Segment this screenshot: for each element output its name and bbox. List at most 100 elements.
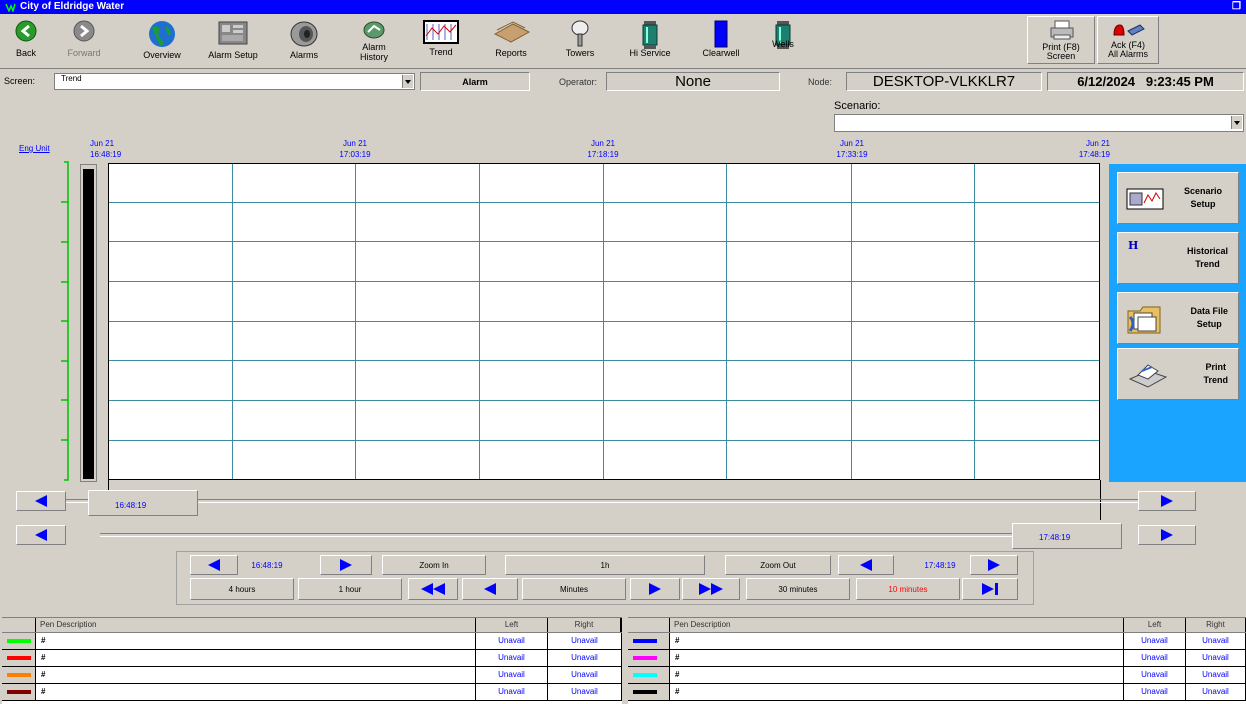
hi-service-button[interactable]: Hi Service: [626, 18, 674, 62]
rewind-button[interactable]: [462, 578, 518, 600]
scroll-end-left-button[interactable]: [16, 525, 66, 545]
alarm-setup-button[interactable]: Alarm Setup: [208, 18, 258, 62]
pen-description[interactable]: #: [36, 667, 476, 683]
pen-row[interactable]: # Unavail Unavail: [2, 650, 622, 667]
scenario-label: Scenario:: [834, 100, 881, 112]
pen-desc-header: Pen Description: [670, 618, 1124, 632]
skip-to-end-button[interactable]: [962, 578, 1018, 600]
alarm-setup-icon: [218, 21, 248, 45]
pen-row[interactable]: # Unavail Unavail: [2, 667, 622, 684]
pen-description[interactable]: #: [670, 667, 1124, 683]
one-hour-button[interactable]: 1 hour: [298, 578, 402, 600]
start-time-back-button[interactable]: [190, 555, 238, 575]
ten-minutes-button[interactable]: 10 minutes: [856, 578, 960, 600]
chevron-down-icon[interactable]: [402, 75, 413, 88]
start-time-forward-button[interactable]: [320, 555, 372, 575]
print-screen-button[interactable]: Print (F8) Screen: [1027, 16, 1095, 64]
pen-row[interactable]: # Unavail Unavail: [2, 684, 622, 701]
forward-step-button[interactable]: [630, 578, 680, 600]
overview-button[interactable]: Overview: [140, 18, 184, 62]
zoom-in-button[interactable]: Zoom In: [382, 555, 486, 575]
pen-table-left: Pen Description Left Right # Unavail Unava…: [2, 617, 622, 704]
rewind-fast-button[interactable]: [408, 578, 458, 600]
pen-color-cell[interactable]: [2, 633, 36, 649]
pen-desc-header: Pen Description: [36, 618, 476, 632]
towers-button[interactable]: Towers: [560, 18, 600, 62]
thirty-minutes-button[interactable]: 30 minutes: [746, 578, 850, 600]
pen-left-header: Left: [1124, 618, 1186, 632]
wells-button[interactable]: Wells: [766, 18, 800, 62]
scenario-select[interactable]: [834, 114, 1244, 132]
pen-row[interactable]: # Unavail Unavail: [628, 650, 1246, 667]
pen-color-cell[interactable]: [2, 684, 36, 700]
zoom-out-button[interactable]: Zoom Out: [725, 555, 831, 575]
time-tick-1: Jun 21 17:03:19: [339, 139, 371, 159]
pen-row[interactable]: # Unavail Unavail: [628, 633, 1246, 650]
scenario-setup-button[interactable]: Scenario Setup: [1117, 172, 1239, 224]
pen-color-cell[interactable]: [628, 633, 670, 649]
end-time-forward-button[interactable]: [970, 555, 1018, 575]
pen-color-cell[interactable]: [628, 684, 670, 700]
time-tick-4: Jun 21 17:48:19: [1078, 139, 1110, 159]
pen-description[interactable]: #: [670, 684, 1124, 700]
end-scroll-track[interactable]: [100, 533, 1120, 537]
end-time-back-button[interactable]: [838, 555, 894, 575]
forward-fast-button[interactable]: [682, 578, 740, 600]
pen-row[interactable]: # Unavail Unavail: [628, 667, 1246, 684]
arrow-right-icon: [649, 583, 661, 595]
clearwell-button[interactable]: Clearwell: [698, 18, 744, 62]
screen-select[interactable]: Trend: [54, 73, 415, 90]
pen-row[interactable]: # Unavail Unavail: [2, 633, 622, 650]
historical-trend-button[interactable]: H Historical Trend: [1117, 232, 1239, 284]
chevron-down-icon[interactable]: [1231, 116, 1242, 129]
pen-description[interactable]: #: [36, 684, 476, 700]
node-label: Node:: [808, 77, 833, 87]
pen-row[interactable]: # Unavail Unavail: [628, 684, 1246, 701]
arrow-left-icon: [35, 495, 47, 507]
end-scroll-thumb[interactable]: 17:48:19: [1012, 523, 1122, 549]
alarms-button[interactable]: Alarms: [286, 18, 322, 62]
pen-description[interactable]: #: [670, 650, 1124, 666]
four-hours-button[interactable]: 4 hours: [190, 578, 294, 600]
ack-label-2: All Alarms: [1107, 49, 1148, 59]
start-scroll-track[interactable]: [66, 499, 1138, 503]
pen-description[interactable]: #: [36, 633, 476, 649]
scroll-start-right-button[interactable]: [1138, 491, 1196, 511]
pen-color-cell[interactable]: [2, 650, 36, 666]
restore-icon[interactable]: ❐: [1232, 1, 1242, 12]
arrow-left-icon: [208, 559, 220, 571]
scroll-end-right-button[interactable]: [1138, 525, 1196, 545]
pen-left-value: Unavail: [476, 650, 548, 666]
printer-icon: [1128, 364, 1168, 388]
back-button[interactable]: Back: [6, 18, 46, 62]
pen-description[interactable]: #: [670, 633, 1124, 649]
end-time-value: 17:48:19: [924, 560, 956, 570]
pen-color-cell[interactable]: [628, 650, 670, 666]
scroll-start-left-button[interactable]: [16, 491, 66, 511]
start-scroll-thumb[interactable]: 16:48:19: [88, 490, 198, 516]
arrow-left-icon: [860, 559, 872, 571]
pen-description[interactable]: #: [36, 650, 476, 666]
skip-end-icon: [982, 583, 994, 595]
forward-button[interactable]: Forward: [62, 18, 106, 62]
arrow-right-icon: [988, 559, 1000, 571]
alarm-history-button[interactable]: Alarm History: [354, 18, 394, 62]
pen-right-header: Right: [1186, 618, 1246, 632]
reports-button[interactable]: Reports: [488, 18, 534, 62]
eng-unit-link[interactable]: Eng Unit: [19, 144, 50, 153]
data-file-setup-button[interactable]: Data File Setup: [1117, 292, 1239, 344]
print-trend-button[interactable]: Print Trend: [1117, 348, 1239, 400]
time-tick-2: Jun 21 17:18:19: [587, 139, 619, 159]
minutes-button[interactable]: Minutes: [522, 578, 626, 600]
pen-right-header: Right: [548, 618, 622, 632]
speaker-icon: [290, 21, 318, 47]
node-value: DESKTOP-VLKKLR7: [846, 72, 1042, 91]
pen-color-cell[interactable]: [2, 667, 36, 683]
pen-color-cell[interactable]: [628, 667, 670, 683]
trend-chart[interactable]: [108, 163, 1100, 480]
axis-scale-bar[interactable]: [80, 164, 97, 482]
ack-all-alarms-button[interactable]: Ack (F4) All Alarms: [1097, 16, 1159, 64]
pen-color-swatch: [633, 673, 657, 677]
trend-button[interactable]: Trend: [420, 18, 462, 62]
arrow-right-icon: [1161, 529, 1173, 541]
